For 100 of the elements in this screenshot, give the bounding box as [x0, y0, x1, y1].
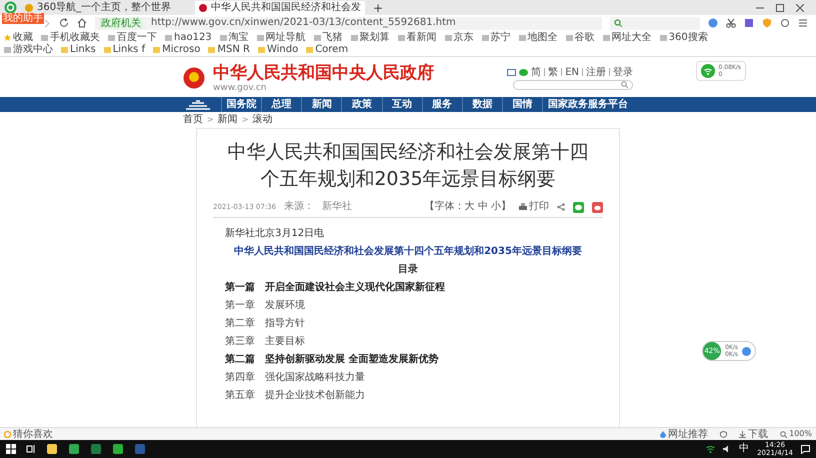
dateline: 新华社北京3月12日电 — [225, 228, 326, 240]
home-icon[interactable] — [77, 18, 87, 28]
search-icon[interactable] — [614, 19, 622, 27]
nav-link[interactable]: 政策 — [341, 97, 382, 112]
nav-link[interactable]: 总理 — [261, 97, 302, 112]
zoom-icon[interactable] — [780, 430, 788, 438]
nav-link[interactable]: 新闻 — [301, 97, 342, 112]
menu-icon[interactable] — [798, 18, 808, 28]
download-link[interactable]: 下载 — [739, 428, 768, 440]
breadcrumb-link[interactable]: 滚动 — [252, 114, 272, 126]
bookmark[interactable]: 网址导航 — [256, 32, 306, 44]
breadcrumb-link[interactable]: 新闻 — [218, 114, 238, 126]
toc-item: 第五章 提升企业技术创新能力 — [225, 390, 366, 402]
bookmark[interactable]: Windo — [258, 44, 298, 56]
source-name: 新华社 — [322, 201, 352, 213]
breadcrumb-separator: > — [207, 115, 214, 125]
nav-link[interactable]: 服务 — [422, 97, 462, 112]
header-link[interactable]: 登录 — [613, 66, 633, 78]
bookmark[interactable]: Links — [61, 44, 96, 56]
bookmark[interactable]: MSN R — [208, 44, 250, 56]
header-link[interactable]: 注册 — [586, 66, 606, 78]
bookmark[interactable]: 飞猪 — [314, 32, 343, 44]
bookmark[interactable]: Links f — [104, 44, 146, 56]
bookmark[interactable]: 手机收藏夹 — [41, 32, 100, 44]
article-subtitle: 中华人民共和国国民经济和社会发展第十四个五年规划和2035年远景目标纲要 — [233, 246, 583, 258]
toc-item: 第一章 发展环境 — [225, 300, 306, 312]
nav-link[interactable]: 国家政务服务平台 — [542, 97, 633, 112]
building-icon[interactable] — [183, 100, 213, 110]
assistant-badge: 我的助手 — [2, 13, 44, 24]
wifi-icon[interactable] — [700, 64, 715, 78]
bookmark[interactable]: Microso — [153, 44, 200, 56]
bookmark[interactable]: hao123 — [165, 32, 212, 44]
tab-title: 中华人民共和国国民经济和社会发 — [211, 2, 361, 14]
task-view-icon[interactable] — [26, 444, 36, 454]
nav-link[interactable]: 国务院 — [221, 97, 262, 112]
star-icon[interactable] — [4, 34, 11, 41]
drop-icon[interactable] — [660, 430, 666, 438]
print-link[interactable]: 打印 — [519, 201, 549, 213]
windows-start-icon[interactable] — [6, 444, 16, 454]
wifi-icon[interactable] — [706, 445, 716, 453]
printer-icon[interactable] — [519, 203, 527, 211]
header-link[interactable]: 简 — [531, 66, 542, 78]
address-bar[interactable]: 政府机关 http://www.gov.cn/xinwen/2021-03/13/content_5592681.htm — [95, 16, 602, 30]
search-icon[interactable] — [621, 80, 628, 88]
toc-heading: 目录 — [397, 264, 419, 276]
search-field[interactable] — [610, 16, 700, 30]
url-text: http://www.gov.cn/xinwen/2021-03/13/content_5592681.htm — [151, 17, 456, 29]
bookmark[interactable]: 百度一下 — [108, 32, 157, 44]
emblem-icon[interactable] — [183, 67, 205, 89]
bookmark[interactable]: 地图全 — [518, 32, 558, 44]
toc-item: 第三章 主要目标 — [225, 336, 306, 348]
download-icon[interactable] — [739, 430, 746, 438]
browser-logo-icon[interactable] — [4, 1, 17, 14]
nav-link[interactable]: 数据 — [462, 97, 502, 112]
source-label: 来源： — [284, 201, 314, 213]
recommend-link[interactable]: 猜你喜欢 — [4, 428, 53, 440]
article-title: 中华人民共和国国民经济和社会发展第十四个五年规划和2035年远景目标纲要 — [226, 140, 590, 192]
header-link[interactable]: EN — [565, 66, 579, 78]
breadcrumb-link[interactable]: 首页 — [183, 114, 203, 126]
bookmark[interactable]: 谷歌 — [566, 32, 595, 44]
header-link[interactable]: 繁 — [548, 66, 558, 78]
toc-item: 第二章 指导方针 — [225, 318, 306, 330]
bookmark[interactable]: 网址大全 — [602, 32, 652, 44]
site-domain: www.gov.cn — [213, 83, 268, 93]
bookmark[interactable]: Corem — [306, 44, 348, 56]
toc-item: 第一篇 开启全面建设社会主义现代化国家新征程 — [225, 282, 446, 294]
notification-icon[interactable] — [801, 444, 810, 454]
reload-icon[interactable] — [59, 18, 69, 28]
site-search-field[interactable] — [513, 80, 633, 90]
toc-item: 第二篇 坚持创新驱动发展 全面塑造发展新优势 — [225, 354, 440, 366]
bookmark[interactable]: 聚划算 — [350, 32, 390, 44]
bookmark[interactable]: 看新闻 — [398, 32, 437, 44]
bookmark[interactable]: 苏宁 — [482, 32, 511, 44]
forward-icon[interactable] — [44, 18, 51, 28]
zoom-level[interactable]: 100% — [780, 429, 812, 439]
browser-tab[interactable]: 中华人民共和国国民经济和社会发 — [195, 1, 365, 15]
toc-item: 第四章 强化国家战略科技力量 — [225, 372, 366, 384]
mail-icon[interactable] — [507, 68, 516, 76]
maximize-icon[interactable] — [776, 4, 784, 12]
scissors-icon[interactable] — [726, 18, 736, 28]
bookmark[interactable]: 收藏 — [4, 32, 33, 44]
bookmark[interactable]: 360搜索 — [660, 32, 708, 44]
font-size-control[interactable]: 【字体：大 中 小】 — [424, 201, 511, 213]
site-recommend-link[interactable]: 网址推荐 — [660, 428, 708, 440]
site-title: 中华人民共和国中央人民政府 — [213, 63, 434, 83]
bookmark[interactable]: 京东 — [444, 32, 474, 44]
shield-outline-icon[interactable] — [720, 430, 728, 438]
share-icon[interactable] — [557, 203, 565, 211]
input-method[interactable]: 中 — [739, 443, 750, 455]
breadcrumb-separator: > — [242, 115, 248, 125]
tab-title: 360导航_一个主页，整个世界 — [37, 2, 172, 13]
new-tab-button[interactable]: + — [369, 2, 388, 15]
shield-icon[interactable] — [762, 18, 772, 28]
close-icon[interactable] — [796, 4, 804, 12]
square-icon[interactable] — [744, 18, 754, 28]
nav-link[interactable]: 互动 — [382, 97, 422, 112]
folder-icon[interactable] — [46, 443, 58, 455]
bookmark[interactable]: 游戏中心 — [4, 44, 53, 56]
nav-link[interactable]: 国情 — [502, 97, 542, 112]
bookmark[interactable]: 淘宝 — [220, 32, 249, 44]
